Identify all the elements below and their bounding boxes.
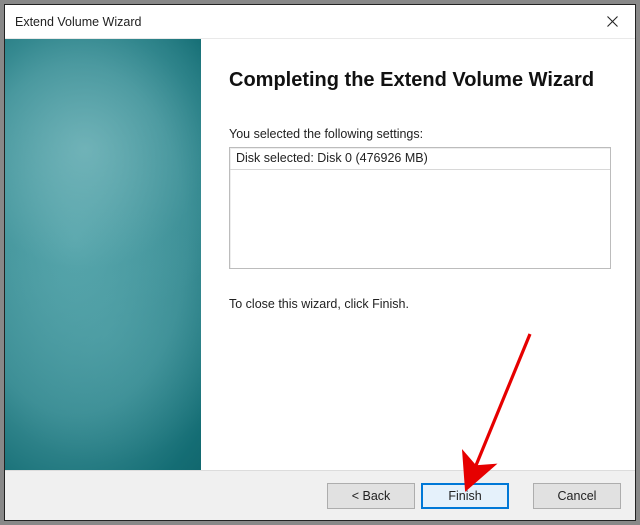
back-button[interactable]: < Back (327, 483, 415, 509)
close-icon (607, 16, 618, 27)
settings-label: You selected the following settings: (229, 127, 611, 141)
content-area: Completing the Extend Volume Wizard You … (5, 39, 635, 470)
wizard-dialog: Extend Volume Wizard Completing the Exte… (4, 4, 636, 521)
close-instruction: To close this wizard, click Finish. (229, 297, 611, 311)
page-heading: Completing the Extend Volume Wizard (229, 67, 611, 93)
wizard-sidebar-graphic (5, 39, 201, 470)
settings-row: Disk selected: Disk 0 (476926 MB) (230, 148, 610, 170)
titlebar: Extend Volume Wizard (5, 5, 635, 39)
main-panel: Completing the Extend Volume Wizard You … (201, 39, 635, 470)
finish-button[interactable]: Finish (421, 483, 509, 509)
window-title: Extend Volume Wizard (15, 15, 141, 29)
settings-listbox[interactable]: Disk selected: Disk 0 (476926 MB) (229, 147, 611, 269)
button-bar: < Back Finish Cancel (5, 470, 635, 520)
cancel-button[interactable]: Cancel (533, 483, 621, 509)
close-button[interactable] (589, 5, 635, 39)
